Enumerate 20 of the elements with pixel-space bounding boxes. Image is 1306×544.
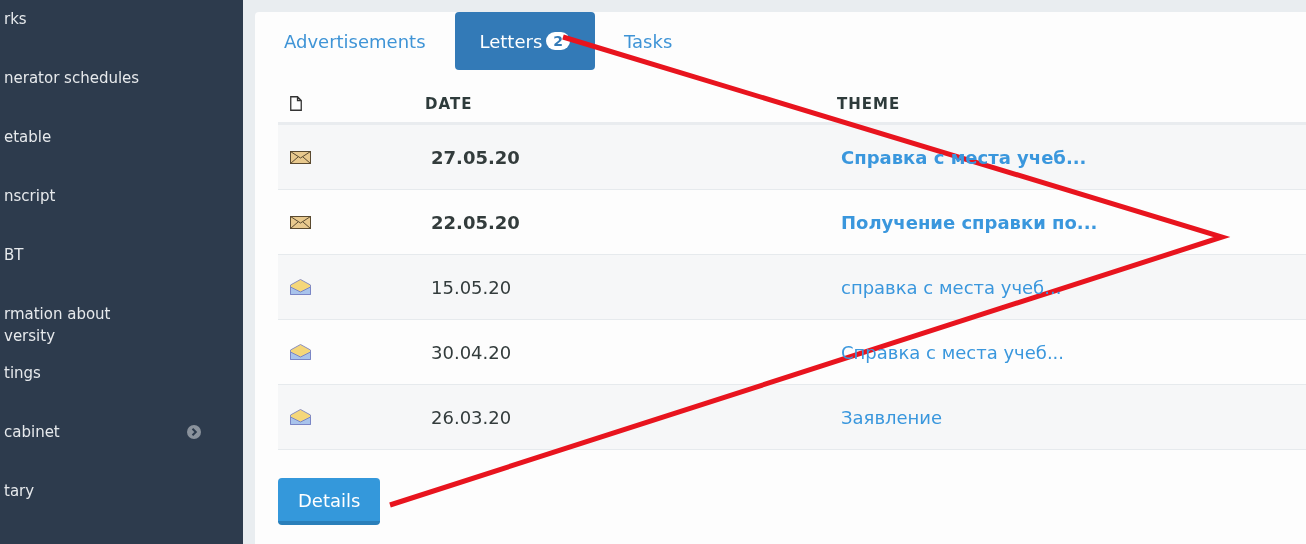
document-icon: [290, 95, 302, 111]
date-cell: 22.05.20: [431, 211, 520, 233]
chevron-circle-icon[interactable]: [187, 425, 201, 439]
sidebar-item[interactable]: cabinet: [4, 421, 60, 443]
sidebar-item[interactable]: rmation about versity: [4, 303, 111, 347]
date-cell: 27.05.20: [431, 146, 520, 168]
sidebar-item[interactable]: etable: [4, 126, 52, 148]
count-badge: 2: [546, 31, 571, 50]
sidebar-item[interactable]: BT: [4, 244, 24, 266]
tab[interactable]: Letters 2: [454, 12, 596, 70]
date-cell: 15.05.20: [431, 276, 512, 298]
date-cell: 26.03.20: [431, 406, 512, 428]
sidebar-item[interactable]: rks: [4, 8, 27, 30]
sidebar-item[interactable]: tary: [4, 480, 35, 502]
sidebar-item[interactable]: nerator schedules: [4, 67, 140, 89]
sidebar-item[interactable]: tings: [4, 362, 41, 384]
sidebar-item[interactable]: nscript: [4, 185, 56, 207]
column-header: THEME: [837, 94, 901, 113]
column-header: DATE: [425, 94, 473, 113]
date-cell: 30.04.20: [431, 341, 512, 363]
